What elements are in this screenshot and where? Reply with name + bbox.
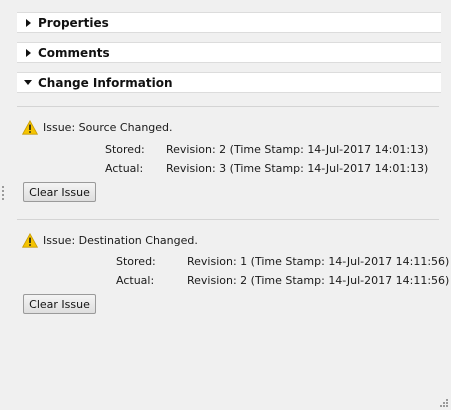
- stored-label: Stored:: [116, 255, 156, 268]
- collapse-arrow-icon: [22, 80, 34, 85]
- section-label-change-information: Change Information: [38, 75, 173, 90]
- expand-arrow-icon: [22, 48, 34, 57]
- actual-label: Actual:: [116, 274, 155, 287]
- section-header-comments[interactable]: Comments: [17, 42, 441, 63]
- resize-grip-icon[interactable]: [440, 399, 449, 408]
- splitter-grip[interactable]: [2, 186, 5, 202]
- stored-label: Stored:: [105, 143, 145, 156]
- expand-arrow-icon: [22, 18, 34, 27]
- stored-value: Revision: 2 (Time Stamp: 14-Jul-2017 14:…: [166, 143, 429, 156]
- issue-title-row: Issue: Destination Changed.: [22, 233, 198, 248]
- clear-issue-button[interactable]: Clear Issue: [23, 294, 96, 314]
- actual-value: Revision: 3 (Time Stamp: 14-Jul-2017 14:…: [166, 162, 429, 175]
- stored-value: Revision: 1 (Time Stamp: 14-Jul-2017 14:…: [187, 255, 450, 268]
- issue-title: Issue: Destination Changed.: [43, 234, 198, 247]
- divider: [17, 106, 439, 107]
- issue-title-row: Issue: Source Changed.: [22, 120, 173, 135]
- clear-issue-button[interactable]: Clear Issue: [23, 182, 96, 202]
- warning-icon: [22, 120, 38, 135]
- actual-label: Actual:: [105, 162, 144, 175]
- section-label-comments: Comments: [38, 45, 110, 60]
- issue-title: Issue: Source Changed.: [43, 121, 173, 134]
- actual-value: Revision: 2 (Time Stamp: 14-Jul-2017 14:…: [187, 274, 450, 287]
- divider: [17, 219, 439, 220]
- warning-icon: [22, 233, 38, 248]
- section-label-properties: Properties: [38, 15, 109, 30]
- section-header-properties[interactable]: Properties: [17, 12, 441, 33]
- section-header-change-information[interactable]: Change Information: [17, 72, 441, 93]
